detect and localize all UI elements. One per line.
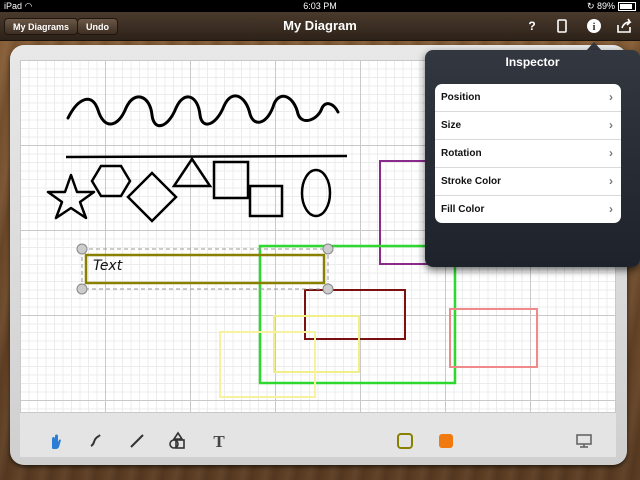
battery-percent: 89% <box>596 1 615 11</box>
chevron-right-icon: › <box>609 118 613 132</box>
shapes-tool-button[interactable] <box>167 431 187 451</box>
triangle-shape <box>171 156 213 188</box>
nav-bar: My Diagram My Diagrams Undo ? i <box>0 12 640 41</box>
inspector-item-stroke-color[interactable]: Stroke Color › <box>435 168 621 196</box>
straight-line <box>65 154 348 159</box>
inspector-item-fill-color[interactable]: Fill Color › <box>435 196 621 223</box>
svg-text:i: i <box>593 22 596 33</box>
diamond-shape <box>126 171 178 223</box>
freehand-tool-button[interactable] <box>86 431 106 451</box>
star-shape <box>46 173 96 220</box>
share-button[interactable] <box>616 18 632 34</box>
small-square-shape <box>248 184 284 218</box>
chevron-right-icon: › <box>609 174 613 188</box>
text-box-label: Text <box>93 258 123 274</box>
inspector-item-label: Position <box>441 92 481 103</box>
green-rectangle <box>258 244 457 385</box>
selection-handle-tr <box>322 243 334 255</box>
inspector-item-label: Stroke Color <box>441 176 502 187</box>
shapes-icon <box>169 431 185 449</box>
ellipse-shape <box>300 168 332 218</box>
salmon-rectangle <box>449 308 538 368</box>
yellow-rectangle-2 <box>219 331 316 398</box>
share-icon <box>617 18 632 33</box>
selection-handle-br <box>322 283 334 295</box>
present-button[interactable] <box>574 431 594 451</box>
inspector-list: Position › Size › Rotation › Stroke Color › … <box>435 84 621 223</box>
inspector-title: Inspector <box>505 55 560 69</box>
text-icon: T <box>213 432 225 451</box>
inspector-item-size[interactable]: Size › <box>435 112 621 140</box>
square-shape <box>212 160 250 200</box>
hand-tool-button[interactable] <box>45 431 65 451</box>
my-diagrams-button[interactable]: My Diagrams <box>4 18 79 35</box>
battery-status: ↻ 89% <box>587 0 636 12</box>
selection-handle-tl <box>76 243 88 255</box>
battery-icon <box>618 2 636 12</box>
chevron-right-icon: › <box>609 146 613 160</box>
inspector-item-label: Fill Color <box>441 204 485 215</box>
pen-curve-icon <box>90 434 101 447</box>
clock: 6:03 PM <box>303 1 337 11</box>
page-icon[interactable] <box>554 18 570 34</box>
dark-red-rectangle <box>304 289 406 340</box>
freehand-wave <box>66 94 340 128</box>
stroke-color-swatch <box>397 433 413 449</box>
status-bar: iPad ◠ 6:03 PM ↻ 89% <box>0 0 640 12</box>
help-button[interactable]: ? <box>524 18 540 34</box>
chevron-right-icon: › <box>609 90 613 104</box>
inspector-item-label: Rotation <box>441 148 482 159</box>
hexagon-shape <box>90 164 132 198</box>
document-icon <box>557 19 567 33</box>
text-tool-button[interactable]: T <box>209 431 229 451</box>
svg-text:T: T <box>213 432 225 451</box>
fill-color-button[interactable] <box>436 431 456 451</box>
info-button[interactable]: i <box>586 18 602 34</box>
undo-button[interactable]: Undo <box>77 18 118 35</box>
monitor-icon <box>576 434 592 448</box>
hand-icon <box>52 434 61 449</box>
inspector-item-label: Size <box>441 120 462 131</box>
fill-color-swatch <box>439 434 453 448</box>
line-tool-button[interactable] <box>127 431 147 451</box>
line-icon <box>130 434 144 448</box>
yellow-rectangle-1 <box>273 315 360 373</box>
inspector-item-rotation[interactable]: Rotation › <box>435 140 621 168</box>
stroke-color-button[interactable] <box>395 431 415 451</box>
bottom-toolbar <box>20 412 616 457</box>
info-icon: i <box>587 19 601 33</box>
selection-handle-bl <box>76 283 88 295</box>
chevron-right-icon: › <box>609 202 613 216</box>
inspector-item-position[interactable]: Position › <box>435 84 621 112</box>
